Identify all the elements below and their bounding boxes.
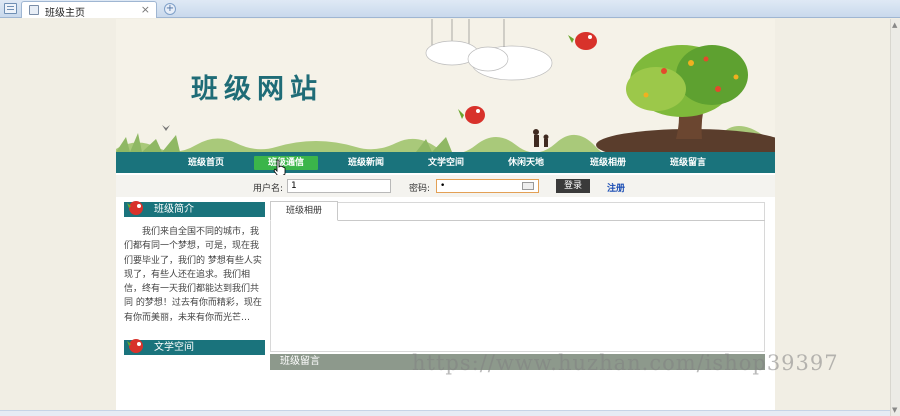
status-bar (0, 410, 890, 416)
intro-section-header: 班级简介 (124, 201, 265, 217)
password-label: 密码: (409, 184, 431, 194)
new-tab-button[interactable]: + (164, 3, 176, 15)
intro-text: 我们来自全国不同的城市，我们都有同一个梦想，可是，现在我们要毕业了，我们的 梦想… (124, 227, 262, 323)
intro-section-title: 班级简介 (154, 204, 194, 215)
scroll-up-icon[interactable]: ▲ (892, 21, 897, 29)
tab-album[interactable]: 班级相册 (270, 201, 338, 221)
tab-divider (270, 220, 765, 221)
password-value: • (440, 181, 446, 191)
bird-logo-icon (127, 339, 143, 353)
tab-close-icon[interactable]: × (141, 3, 150, 16)
register-link[interactable]: 注册 (607, 181, 625, 194)
bird-logo-icon (127, 201, 143, 215)
site-title: 班级网站 (191, 74, 323, 105)
tab-list-icon[interactable] (4, 3, 17, 14)
username-input[interactable]: 1 (287, 179, 391, 193)
watermark-text: https://www.huzhan.com/ishop39397 (412, 351, 839, 375)
vertical-scrollbar[interactable]: ▲ ▼ (890, 19, 900, 416)
nav-item-news[interactable]: 班级新闻 (334, 156, 398, 170)
nav-item-home[interactable]: 班级首页 (174, 156, 238, 170)
nav-item-literature[interactable]: 文学空间 (414, 156, 478, 170)
nav-item-messages[interactable]: 班级留言 (656, 156, 720, 170)
literature-section-header: 文学空间 (124, 339, 265, 355)
nav-item-leisure[interactable]: 休闲天地 (494, 156, 558, 170)
nav-item-album[interactable]: 班级相册 (576, 156, 640, 170)
login-button[interactable]: 登录 (556, 179, 590, 193)
browser-tab[interactable]: 班级主页 × (21, 1, 157, 19)
password-input[interactable]: • (436, 179, 539, 193)
album-panel (270, 202, 765, 352)
login-bar: 用户名: 1 密码: • 登录 注册 (116, 175, 775, 197)
username-label: 用户名: (253, 184, 284, 194)
keyboard-icon[interactable] (522, 182, 534, 190)
site-banner: 班级网站 (116, 19, 775, 152)
scroll-down-icon[interactable]: ▼ (892, 406, 897, 414)
tab-title: 班级主页 (45, 8, 85, 19)
page-favicon-icon (29, 5, 39, 15)
browser-tab-bar: 班级主页 × + (0, 0, 900, 19)
main-nav: 班级首页 班级通信 班级新闻 文学空间 休闲天地 班级相册 班级留言 (116, 152, 775, 173)
page-viewport: 班级网站 班级首页 班级通信 班级新闻 文学空间 休闲天地 班级相册 班级留言 … (0, 19, 890, 416)
literature-section-title: 文学空间 (154, 342, 194, 353)
